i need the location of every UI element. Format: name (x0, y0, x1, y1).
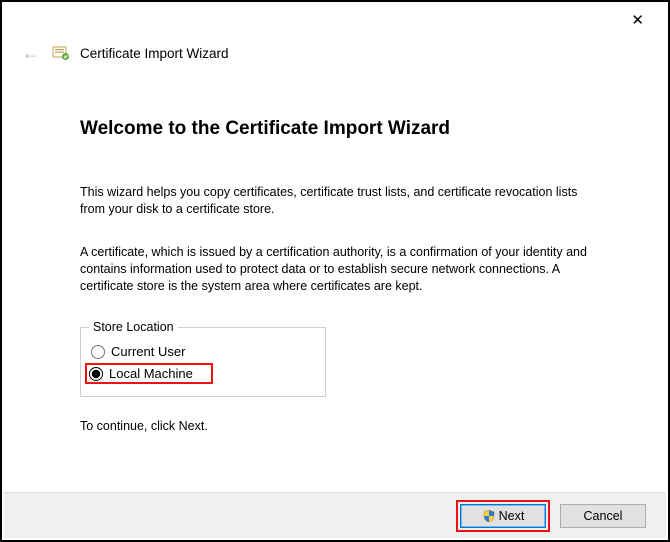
radio-current-user[interactable]: Current User (89, 342, 317, 361)
cancel-button[interactable]: Cancel (560, 504, 646, 528)
intro-text: This wizard helps you copy certificates,… (80, 184, 598, 218)
wizard-header: ← Certificate Import Wizard (2, 38, 668, 62)
radio-local-machine[interactable]: Local Machine (85, 363, 213, 384)
store-location-legend: Store Location (89, 320, 178, 334)
uac-shield-icon (482, 509, 496, 523)
next-button-highlight: Next (456, 500, 550, 532)
cert-info-text: A certificate, which is issued by a cert… (80, 244, 598, 295)
radio-local-machine-label: Local Machine (109, 366, 193, 381)
titlebar: ✕ (2, 2, 668, 38)
radio-current-user-input[interactable] (91, 345, 105, 359)
next-button[interactable]: Next (460, 504, 546, 528)
certificate-wizard-icon (52, 44, 70, 62)
radio-local-machine-input[interactable] (89, 367, 103, 381)
radio-current-user-label: Current User (111, 344, 185, 359)
close-icon[interactable]: ✕ (623, 7, 652, 33)
wizard-title: Certificate Import Wizard (80, 46, 229, 61)
wizard-content: Welcome to the Certificate Import Wizard… (2, 62, 668, 433)
wizard-footer: Next Cancel (4, 492, 666, 538)
cancel-button-label: Cancel (584, 509, 623, 523)
back-arrow-icon: ← (20, 44, 42, 62)
next-button-label: Next (499, 509, 525, 523)
page-heading: Welcome to the Certificate Import Wizard (80, 118, 598, 140)
continue-hint: To continue, click Next. (80, 419, 598, 433)
store-location-group: Store Location Current User Local Machin… (80, 320, 326, 397)
